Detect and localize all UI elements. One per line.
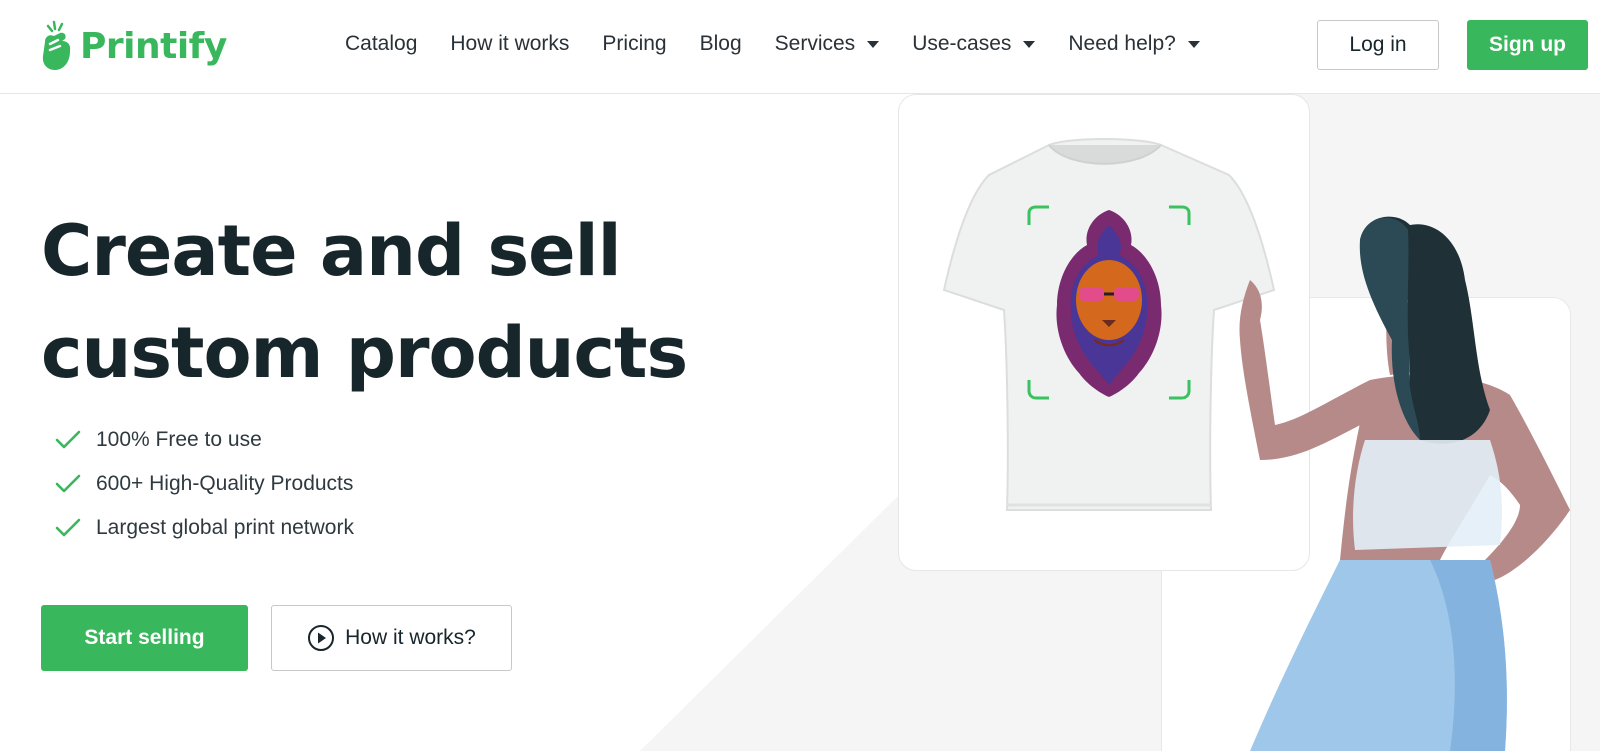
play-circle-icon	[308, 625, 335, 651]
signup-button[interactable]: Sign up	[1467, 20, 1588, 70]
nav-item-catalog[interactable]: Catalog	[345, 32, 417, 56]
feature-text: 100% Free to use	[96, 428, 262, 451]
hero-title: Create and sell custom products	[41, 200, 741, 404]
feature-item: 600+ High-Quality Products	[55, 462, 354, 506]
nav-label: Use-cases	[912, 32, 1012, 55]
site-header: Printify Catalog How it works Pricing Bl…	[0, 0, 1600, 94]
logo-wordmark: Printify	[80, 25, 227, 67]
nav-item-pricing[interactable]: Pricing	[602, 32, 666, 56]
how-it-works-button[interactable]: How it works?	[271, 605, 512, 671]
nav-label: Need help?	[1068, 32, 1176, 55]
feature-list: 100% Free to use 600+ High-Quality Produ…	[55, 418, 354, 550]
main-nav: Catalog How it works Pricing Blog Servic…	[345, 28, 1233, 60]
feature-text: Largest global print network	[96, 516, 354, 539]
start-selling-button[interactable]: Start selling	[41, 605, 248, 671]
nav-label: Pricing	[602, 32, 667, 55]
nav-item-how-it-works[interactable]: How it works	[450, 32, 569, 56]
caret-down-icon	[1023, 40, 1036, 48]
how-it-works-label: How it works?	[345, 626, 476, 649]
person-illustration	[1239, 216, 1570, 751]
hero-title-line: custom products	[41, 312, 688, 394]
login-button[interactable]: Log in	[1317, 20, 1439, 70]
nav-item-need-help[interactable]: Need help?	[1068, 32, 1200, 56]
nav-label: Blog	[699, 32, 742, 55]
feature-item: Largest global print network	[55, 506, 354, 550]
nav-label: Catalog	[345, 32, 418, 55]
checkmark-icon	[55, 430, 81, 449]
nav-item-use-cases[interactable]: Use-cases	[912, 32, 1036, 56]
feature-item: 100% Free to use	[55, 418, 354, 462]
caret-down-icon	[1187, 40, 1200, 48]
logo[interactable]: Printify	[40, 18, 227, 74]
nav-item-blog[interactable]: Blog	[700, 32, 742, 56]
nav-label: Services	[774, 32, 856, 55]
feature-text: 600+ High-Quality Products	[96, 472, 354, 495]
hero-title-line: Create and sell	[41, 210, 622, 292]
printify-hand-icon	[42, 20, 71, 70]
checkmark-icon	[55, 518, 81, 537]
caret-down-icon	[867, 40, 880, 48]
nav-label: How it works	[450, 32, 570, 55]
nav-item-services[interactable]: Services	[775, 32, 880, 56]
checkmark-icon	[55, 474, 81, 493]
